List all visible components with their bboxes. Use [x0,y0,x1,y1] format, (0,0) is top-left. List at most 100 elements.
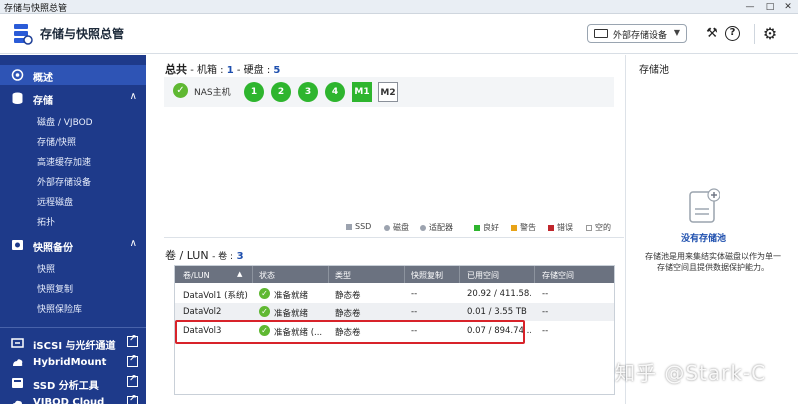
external-storage-dropdown[interactable]: 外部存储设备 ▼ [587,24,687,43]
external-link-icon [127,334,138,347]
summary-label: 总共 [165,63,187,76]
sidebar-item-storage[interactable]: 存储 ∧ [0,88,146,108]
sidebar-divider [0,327,146,328]
table-row[interactable]: DataVol2 ✓ 准备就绪 静态卷 -- 0.01 / 3.55 TB -- [175,303,614,321]
legend-adapter: 适配器 [420,222,453,234]
column-header[interactable]: 状态 [259,270,275,281]
volume-title: 卷 / LUN [165,249,209,262]
volume-name: DataVol2 [183,307,222,317]
legend-swatch [420,224,426,231]
help-icon[interactable]: ? [725,26,740,41]
legend-ssd: SSD [346,222,371,234]
no-storage-pool-link[interactable]: 没有存储池 [681,231,726,244]
sidebar-item-storage-snapshots[interactable]: 存储/快照 [37,135,76,153]
maximize-button[interactable]: □ [762,0,778,14]
volume-pool: -- [542,326,549,336]
column-header[interactable]: 已用空间 [467,270,499,281]
column-header[interactable]: 卷/LUN [183,270,210,281]
sidebar-item-disks[interactable]: 磁盘 / VJBOD [37,115,93,133]
add-storage-pool-icon[interactable] [688,188,720,224]
volume-type: 静态卷 [335,309,361,319]
header-divider [754,24,755,44]
cloud-icon [12,400,23,406]
diagnose-icon[interactable]: ⚒ [703,25,721,43]
legend-swatch [474,224,480,231]
m2-slot[interactable]: M1 [352,82,372,102]
column-header[interactable]: 快照复制 [411,270,443,281]
volume-used: 20.92 / 411.58... [467,289,531,299]
minimize-button[interactable]: — [742,0,758,14]
disk-slot[interactable]: 3 [298,82,318,102]
database-icon [12,92,23,104]
volume-section-title: 卷 / LUN - 卷 : 3 [165,247,244,263]
chevron-up-icon[interactable]: ∧ [130,91,137,102]
hybridmount-icon [13,359,23,366]
volume-replica: -- [411,307,418,317]
volume-used: 0.01 / 3.55 TB [467,307,527,317]
machines-label: - 机箱 : [190,65,224,76]
legend-label: SSD [355,222,372,231]
column-header[interactable]: 存储空间 [542,270,574,281]
sidebar-link-iscsi[interactable]: iSCSI 与光纤通道 [0,333,146,353]
sidebar-link-label: iSCSI 与光纤通道 [33,341,116,352]
nas-enclosure-row[interactable]: ✓ NAS主机 1 2 3 4 M1 M2 [164,77,614,107]
window-title: 存储与快照总管 [4,4,68,14]
external-link-icon [127,374,138,387]
sidebar-link-ssd-profiling[interactable]: SSD 分析工具 [0,373,146,393]
sidebar-item-overview[interactable]: 概述 [0,65,146,85]
check-icon: ✓ [259,288,270,299]
storage-pool-description: 存储池是用来集结实体磁盘以作为单一存储空间且提供数据保护能力。 [645,252,781,272]
sidebar-item-external-storage[interactable]: 外部存储设备 [37,175,91,193]
disk-slot[interactable]: 1 [244,82,264,102]
volume-type: 静态卷 [335,291,361,301]
main-content: 总共 - 机箱 : 1 - 硬盘 : 5 ✓ NAS主机 1 2 3 4 M1 … [146,55,624,404]
sidebar-item-snapshot-vault[interactable]: 快照保险库 [37,302,82,320]
close-button[interactable]: ✕ [780,0,796,14]
sidebar-item-topology[interactable]: 拓扑 [37,215,55,233]
column-header[interactable]: 类型 [335,270,351,281]
table-row[interactable]: DataVol1 (系统) ✓ 准备就绪 静态卷 -- 20.92 / 411.… [175,285,614,303]
disk-slot[interactable]: 4 [325,82,345,102]
sidebar-item-cache[interactable]: 高速缓存加速 [37,155,91,173]
sidebar-item-snapshot-replica[interactable]: 快照复制 [37,282,73,300]
sidebar-item-label: 存储 [33,96,53,107]
volume-status: 准备就绪 [274,309,309,319]
sidebar-item-snapshot[interactable]: 快照 [37,262,55,280]
sidebar-link-hybridmount[interactable]: HybridMount [0,353,146,373]
column-divider [459,266,460,283]
overview-icon [11,69,24,81]
legend-swatch [548,224,554,231]
storage-pool-title: 存储池 [639,65,669,76]
storage-pool-panel: 存储池 没有存储池 存储池是用来集结实体磁盘以作为单一存储空间且提供数据保护能力… [625,55,798,404]
legend-swatch [346,223,352,230]
disk-slot[interactable]: 2 [271,82,291,102]
volume-replica: -- [411,289,418,299]
sidebar-item-remote-disk[interactable]: 远程磁盘 [37,195,73,213]
sidebar-link-label: HybridMount [33,357,107,368]
legend-swatch [586,224,592,231]
nas-label: NAS主机 [194,88,231,98]
window-titlebar: 存储与快照总管 — □ ✕ [0,0,798,14]
legend-swatch [384,224,390,231]
chevron-up-icon[interactable]: ∧ [130,238,137,249]
legend-label: 空的 [595,223,611,232]
sort-up-icon[interactable]: ▲ [237,270,242,278]
legend-swatch [511,224,517,231]
disks-count: 5 [273,65,281,76]
check-icon: ✓ [173,83,188,98]
column-divider [328,266,329,283]
table-header: 卷/LUN ▲ 状态 类型 快照复制 已用空间 存储空间 [175,266,614,283]
summary-line: 总共 - 机箱 : 1 - 硬盘 : 5 [165,61,280,77]
machines-count: 1 [226,65,234,76]
volume-name: DataVol1 (系统) [183,291,248,301]
legend-error: 错误 [548,222,573,234]
legend-empty: 空的 [586,222,611,234]
app-header: 存储与快照总管 外部存储设备 ▼ ⚒ ? ⚙ [0,14,798,54]
settings-gear-icon[interactable]: ⚙ [761,25,779,43]
volume-status: 准备就绪 [274,291,309,301]
sidebar-item-snapshot-backup[interactable]: 快照备份 ∧ [0,235,146,255]
legend-label: 警告 [520,223,536,232]
m2-slot[interactable]: M2 [378,82,398,102]
sidebar-link-vjbod-cloud[interactable]: VJBOD Cloud [0,393,146,413]
volume-pool: -- [542,307,549,317]
